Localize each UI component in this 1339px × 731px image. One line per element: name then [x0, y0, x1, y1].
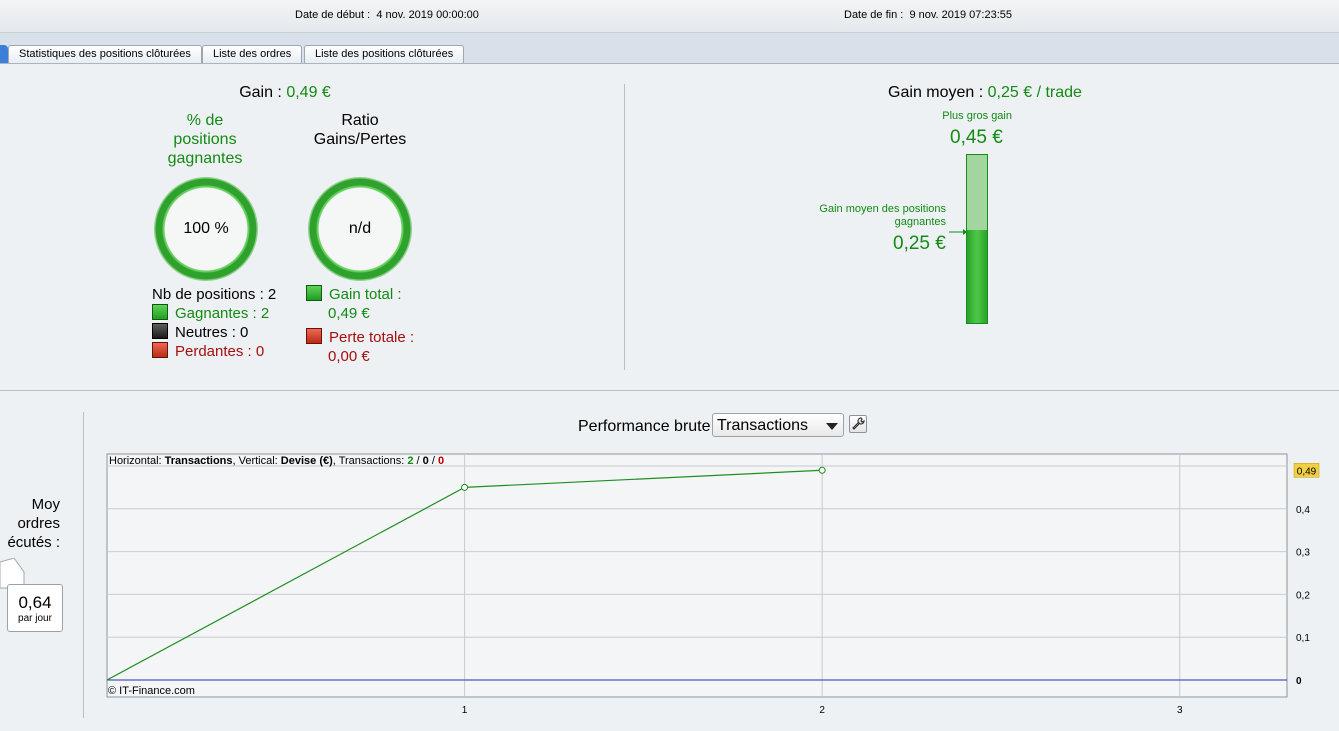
y-tick-label: 0,3 [1296, 548, 1310, 559]
copyright: © IT-Finance.com [108, 685, 195, 697]
last-value-badge: 0,49 [1293, 463, 1320, 478]
info-h-label: Horizontal: [109, 455, 165, 467]
data-point [818, 466, 826, 474]
x-tick-label: 1 [462, 705, 468, 716]
plot-area [106, 453, 1288, 698]
y-tick-label: 0,4 [1296, 505, 1310, 516]
info-sep: / [414, 455, 423, 467]
chart-info: Horizontal: Transactions, Vertical: Devi… [109, 455, 444, 467]
info-v-label: , Vertical: [233, 455, 281, 467]
info-sep: / [429, 455, 438, 467]
info-v-value: Devise (€) [281, 455, 333, 467]
info-t-label: , Transactions: [333, 455, 408, 467]
badge-text: 0,49 [1297, 466, 1317, 477]
x-tick-label: 3 [1177, 705, 1183, 716]
data-point [461, 483, 469, 491]
info-h-value: Transactions [165, 455, 233, 467]
info-t-loss: 0 [438, 455, 444, 467]
y-tick-label: 0,2 [1296, 590, 1310, 601]
y-tick-label: 0,1 [1296, 633, 1310, 644]
y-tick-label: 0 [1296, 676, 1302, 687]
x-tick-label: 2 [819, 705, 825, 716]
performance-chart: 1 2 3 0 0,1 0,2 0,3 0,4 Horizontal: Transactio… [106, 453, 1320, 716]
